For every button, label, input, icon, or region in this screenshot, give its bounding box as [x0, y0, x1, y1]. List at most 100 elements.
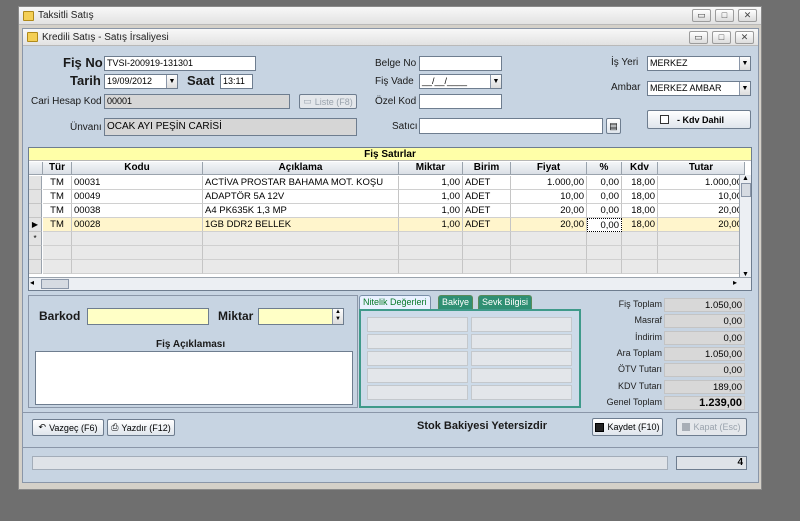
- cell-yuzde[interactable]: [587, 246, 622, 260]
- tarih-field[interactable]: 19/09/2012 ▼: [104, 74, 178, 89]
- chevron-down-icon[interactable]: ▼: [739, 57, 750, 70]
- cell-tur[interactable]: TM: [43, 204, 72, 218]
- checkbox-box[interactable]: [660, 115, 669, 124]
- cell-miktar[interactable]: 1,00: [399, 190, 463, 204]
- cell-aciklama[interactable]: 1GB DDR2 BELLEK: [203, 218, 399, 232]
- row-indicator[interactable]: [29, 260, 42, 274]
- miktar-stepper[interactable]: ▲ ▼: [332, 309, 343, 324]
- cari-field[interactable]: 00001: [104, 94, 290, 109]
- cell-birim[interactable]: [463, 246, 511, 260]
- cell-miktar[interactable]: [399, 260, 463, 274]
- cell-tur[interactable]: TM: [43, 190, 72, 204]
- cell-aciklama[interactable]: [203, 232, 399, 246]
- cell-birim[interactable]: [463, 232, 511, 246]
- inner-minimize-button[interactable]: ▭: [689, 31, 708, 44]
- table-row[interactable]: ▶ TM 00028 1GB DDR2 BELLEK 1,00 ADET 20,00 0,00…: [29, 218, 745, 232]
- cell-fiyat[interactable]: 20,00: [511, 204, 587, 218]
- cell-fiyat[interactable]: [511, 232, 587, 246]
- miktar-input[interactable]: ▲ ▼: [258, 308, 344, 325]
- fis-vade-field[interactable]: __/__/____ ▼: [419, 74, 502, 89]
- cell-aciklama[interactable]: ACTİVA PROSTAR BAHAMA MOT. KOŞU: [203, 176, 399, 190]
- cell-yuzde[interactable]: 0,00: [587, 204, 622, 218]
- liste-button[interactable]: ▭ Liste (F8): [299, 94, 357, 109]
- h-scroll-thumb[interactable]: [41, 279, 69, 289]
- cell-yuzde[interactable]: 0,00: [587, 218, 622, 232]
- unvan-field[interactable]: OCAK AYI PEŞİN CARİSİ: [104, 118, 357, 136]
- table-row[interactable]: [29, 260, 745, 274]
- col-header-birim[interactable]: Birim: [463, 162, 511, 175]
- row-indicator[interactable]: ▶: [29, 218, 42, 232]
- cell-tutar[interactable]: 20,00: [658, 204, 745, 218]
- cell-kodu[interactable]: [72, 246, 203, 260]
- chevron-down-icon[interactable]: ▼: [490, 75, 501, 88]
- kdv-dahil-checkbox[interactable]: - Kdv Dahil: [647, 110, 751, 129]
- col-header-tutar[interactable]: Tutar: [658, 162, 745, 175]
- cell-birim[interactable]: ADET: [463, 176, 511, 190]
- cell-kdv[interactable]: [622, 260, 658, 274]
- cell-tutar[interactable]: [658, 232, 745, 246]
- cell-tur[interactable]: [43, 246, 72, 260]
- tab-bakiye[interactable]: Bakiye: [438, 295, 474, 309]
- tab-nitelik[interactable]: Nitelik Değerleri: [359, 295, 431, 309]
- table-row[interactable]: [29, 246, 745, 260]
- cell-kodu[interactable]: 00028: [72, 218, 203, 232]
- inner-close-button[interactable]: ✕: [735, 31, 754, 44]
- cell-fiyat[interactable]: 20,00: [511, 218, 587, 232]
- cell-fiyat[interactable]: 10,00: [511, 190, 587, 204]
- col-header-kdv[interactable]: Kdv: [622, 162, 658, 175]
- cell-tutar[interactable]: [658, 260, 745, 274]
- col-header-miktar[interactable]: Miktar: [399, 162, 463, 175]
- cell-aciklama[interactable]: [203, 246, 399, 260]
- cell-birim[interactable]: ADET: [463, 190, 511, 204]
- row-indicator[interactable]: [29, 190, 42, 204]
- table-row[interactable]: *: [29, 232, 745, 246]
- barkod-input[interactable]: [87, 308, 209, 325]
- scroll-left-arrow[interactable]: ◂: [30, 278, 34, 287]
- maximize-button[interactable]: □: [715, 9, 734, 22]
- cell-miktar[interactable]: 1,00: [399, 176, 463, 190]
- row-indicator[interactable]: [29, 176, 42, 190]
- col-header-fiyat[interactable]: Fiyat: [511, 162, 587, 175]
- yazdir-button[interactable]: ⎙ Yazdır (F12): [107, 419, 175, 436]
- cell-miktar[interactable]: 1,00: [399, 218, 463, 232]
- table-row[interactable]: TM 00049 ADAPTÖR 5A 12V 1,00 ADET 10,00 0,00 18…: [29, 190, 745, 204]
- scroll-thumb[interactable]: [740, 183, 751, 197]
- cell-tutar[interactable]: 10,00: [658, 190, 745, 204]
- row-indicator[interactable]: *: [29, 232, 42, 246]
- grid-horizontal-scrollbar[interactable]: ◂ ▸: [29, 277, 751, 290]
- cell-kodu[interactable]: 00049: [72, 190, 203, 204]
- cell-fiyat[interactable]: [511, 246, 587, 260]
- grid-vertical-scrollbar[interactable]: ▲ ▼: [739, 175, 751, 278]
- cell-yuzde[interactable]: 0,00: [587, 190, 622, 204]
- col-header-yuzde[interactable]: %: [587, 162, 622, 175]
- cell-yuzde[interactable]: [587, 260, 622, 274]
- cell-miktar[interactable]: [399, 232, 463, 246]
- cell-kodu[interactable]: [72, 260, 203, 274]
- saat-field[interactable]: 13:11: [220, 74, 253, 89]
- cell-aciklama[interactable]: ADAPTÖR 5A 12V: [203, 190, 399, 204]
- cell-tur[interactable]: [43, 232, 72, 246]
- kaydet-button[interactable]: Kaydet (F10): [592, 418, 663, 436]
- cell-kodu[interactable]: 00031: [72, 176, 203, 190]
- cell-tutar[interactable]: 20,00: [658, 218, 745, 232]
- cell-aciklama[interactable]: [203, 260, 399, 274]
- cell-tutar[interactable]: [658, 246, 745, 260]
- belge-no-field[interactable]: [419, 56, 502, 71]
- row-indicator[interactable]: [29, 246, 42, 260]
- col-header-tur[interactable]: Tür: [43, 162, 72, 175]
- satici-lookup-button[interactable]: ▤: [606, 118, 621, 134]
- cell-birim[interactable]: [463, 260, 511, 274]
- cell-kdv[interactable]: 18,00: [622, 190, 658, 204]
- cell-miktar[interactable]: [399, 246, 463, 260]
- chevron-down-icon[interactable]: ▼: [739, 82, 750, 95]
- table-row[interactable]: TM 00031 ACTİVA PROSTAR BAHAMA MOT. KOŞU 1,…: [29, 176, 745, 190]
- scroll-up-arrow[interactable]: ▲: [740, 175, 751, 182]
- cell-tur[interactable]: [43, 260, 72, 274]
- cell-kdv[interactable]: 18,00: [622, 204, 658, 218]
- col-header-kodu[interactable]: Kodu: [72, 162, 203, 175]
- ambar-select[interactable]: MERKEZ AMBAR ▼: [647, 81, 751, 96]
- ozel-kod-field[interactable]: [419, 94, 502, 109]
- chevron-down-icon[interactable]: ▼: [166, 75, 177, 88]
- cell-kodu[interactable]: 00038: [72, 204, 203, 218]
- fis-no-field[interactable]: TVSI-200919-131301: [104, 56, 256, 71]
